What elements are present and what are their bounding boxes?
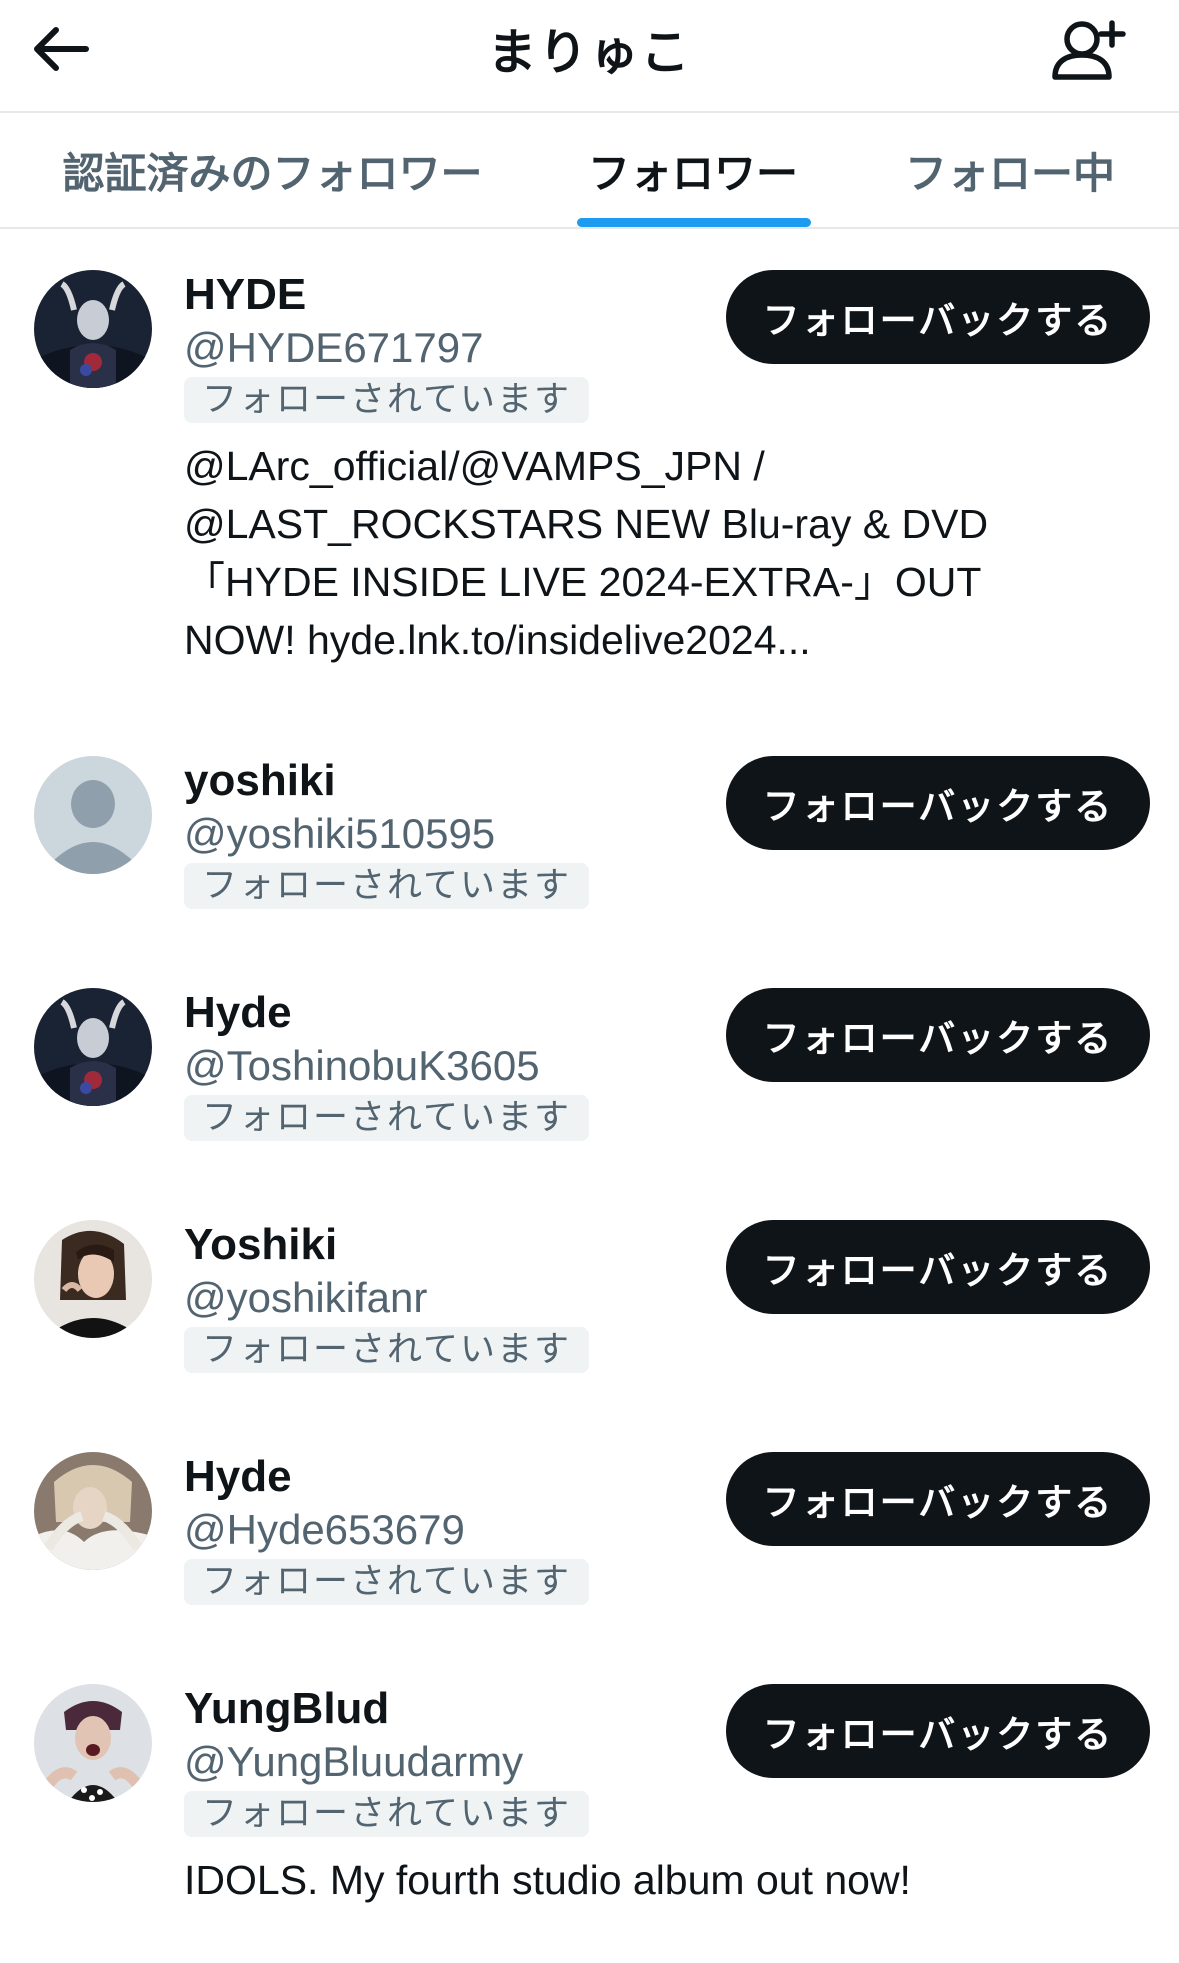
user-name[interactable]: Hyde: [184, 986, 292, 1040]
follow-back-button[interactable]: フォローバックする: [726, 270, 1150, 364]
tab-bar: 認証済みのフォロワー フォロワー フォロー中: [0, 113, 1179, 228]
tabs-divider: [0, 227, 1179, 229]
follows-you-badge: フォローされています: [184, 1095, 589, 1141]
arrow-left-icon: [34, 27, 89, 71]
user-bio: @LArc_official/@VAMPS_JPN / @LAST_ROCKST…: [184, 443, 989, 663]
follow-back-button[interactable]: フォローバックする: [726, 988, 1150, 1082]
list-item[interactable]: yoshiki @yoshiki510595 フォローされています フォローバッ…: [0, 718, 1179, 950]
user-handle[interactable]: @YungBluudarmy: [184, 1736, 523, 1788]
top-header: まりゅこ: [0, 0, 1179, 113]
user-name[interactable]: yoshiki: [184, 754, 336, 808]
user-handle[interactable]: @HYDE671797: [184, 322, 483, 374]
follow-back-button[interactable]: フォローバックする: [726, 756, 1150, 850]
list-item[interactable]: HYDE @HYDE671797 フォローされています フォローバックする @L…: [0, 232, 1179, 718]
avatar[interactable]: [34, 1220, 152, 1338]
follows-you-badge: フォローされています: [184, 1791, 589, 1837]
avatar[interactable]: [34, 1684, 152, 1802]
tab-following[interactable]: フォロー中: [841, 113, 1179, 228]
user-name[interactable]: YungBlud: [184, 1682, 389, 1736]
list-item[interactable]: YungBlud @YungBluudarmy フォローされています フォローバ…: [0, 1646, 1179, 1963]
tab-verified-followers[interactable]: 認証済みのフォロワー: [0, 113, 545, 228]
follows-you-badge: フォローされています: [184, 1327, 589, 1373]
user-name[interactable]: Yoshiki: [184, 1218, 337, 1272]
user-handle[interactable]: @Hyde653679: [184, 1504, 465, 1556]
user-handle[interactable]: @yoshikifanr: [184, 1272, 427, 1324]
follow-back-button[interactable]: フォローバックする: [726, 1452, 1150, 1546]
avatar[interactable]: [34, 988, 152, 1106]
user-name[interactable]: HYDE: [184, 268, 306, 322]
page-title: まりゅこ: [487, 25, 692, 80]
follows-you-badge: フォローされています: [184, 377, 589, 423]
back-button[interactable]: [26, 14, 96, 84]
follows-you-badge: フォローされています: [184, 1559, 589, 1605]
avatar[interactable]: [34, 270, 152, 388]
list-item[interactable]: Hyde @ToshinobuK3605 フォローされています フォローバックす…: [0, 950, 1179, 1182]
add-user-button[interactable]: [1043, 8, 1133, 92]
active-tab-indicator: [577, 218, 811, 227]
follow-back-button[interactable]: フォローバックする: [726, 1220, 1150, 1314]
avatar[interactable]: [34, 756, 152, 874]
user-bio: IDOLS. My fourth studio album out now!: [184, 1857, 911, 1903]
follows-you-badge: フォローされています: [184, 863, 589, 909]
add-user-icon: [1052, 20, 1126, 80]
follow-back-button[interactable]: フォローバックする: [726, 1684, 1150, 1778]
user-handle[interactable]: @yoshiki510595: [184, 808, 495, 860]
list-item[interactable]: Yoshiki @yoshikifanr フォローされています フォローバックす…: [0, 1182, 1179, 1414]
avatar[interactable]: [34, 1452, 152, 1570]
list-item[interactable]: Hyde @Hyde653679 フォローされています フォローバックする: [0, 1414, 1179, 1646]
user-name[interactable]: Hyde: [184, 1450, 292, 1504]
tab-followers[interactable]: フォロワー: [545, 113, 841, 228]
user-handle[interactable]: @ToshinobuK3605: [184, 1040, 540, 1092]
